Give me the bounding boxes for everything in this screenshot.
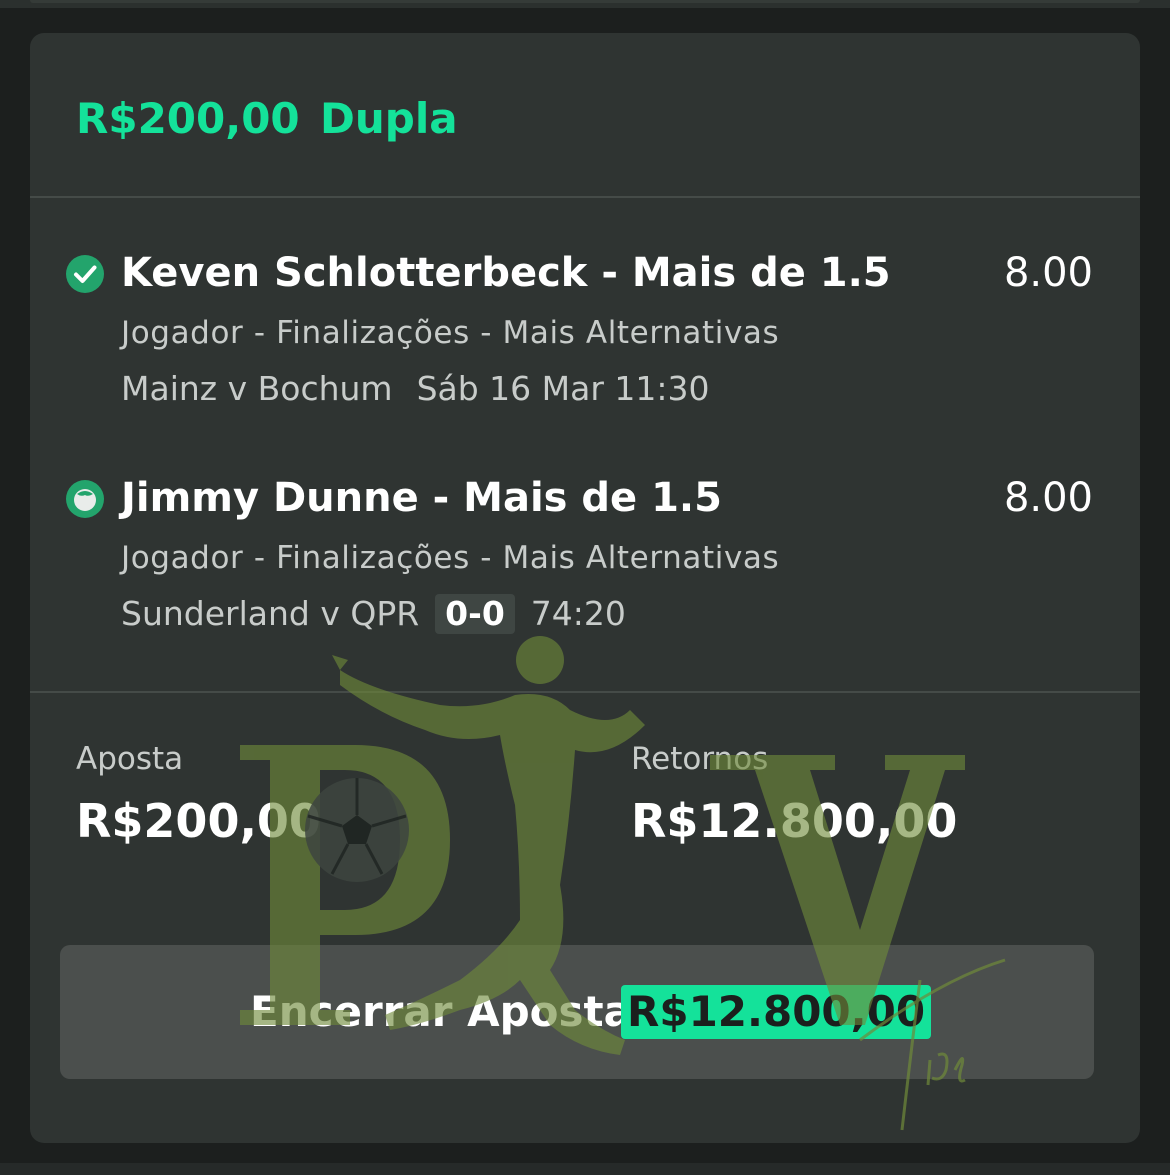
cashout-button[interactable]: Encerrar Aposta R$12.800,00 [60,945,1094,1079]
returns-label: Retornos [631,741,769,777]
selection-market: Jogador - Finalizações - Mais Alternativ… [121,315,780,351]
bottom-strip [0,1163,1170,1175]
selection-odds: 8.00 [1003,250,1093,296]
cashout-label: Encerrar Aposta [250,987,632,1036]
event-name[interactable]: Mainz v Bochum [121,369,393,408]
match-clock: 74:20 [530,594,626,633]
selection-event-line: Mainz v Bochum Sáb 16 Mar 11:30 [121,369,710,409]
previous-card-edge [30,0,1140,3]
live-score-badge: 0-0 [435,594,515,634]
divider [30,691,1140,693]
stake-value: R$200,00 [76,794,321,848]
selection-odds: 8.00 [1003,475,1093,521]
selection-name: Keven Schlotterbeck - Mais de 1.5 [121,250,891,296]
bet-card: R$200,00 Dupla Keven Schlotterbeck - Mai… [30,33,1140,1143]
selection-name: Jimmy Dunne - Mais de 1.5 [121,475,722,521]
selection-event-line: Sunderland v QPR 0-0 74:20 [121,594,626,634]
bet-type: Dupla [320,94,458,143]
returns-value: R$12.800,00 [631,794,958,848]
event-datetime: Sáb 16 Mar 11:30 [416,369,710,408]
top-strip [0,0,1170,8]
check-circle-icon [66,255,104,293]
stake-label: Aposta [76,741,184,777]
event-name[interactable]: Sunderland v QPR [121,594,419,633]
cashout-amount: R$12.800,00 [621,985,932,1039]
bet-amount: R$200,00 [76,94,300,143]
live-ball-icon [66,480,104,518]
selection-market: Jogador - Finalizações - Mais Alternativ… [121,540,780,576]
bet-header[interactable]: R$200,00 Dupla [30,33,1140,198]
